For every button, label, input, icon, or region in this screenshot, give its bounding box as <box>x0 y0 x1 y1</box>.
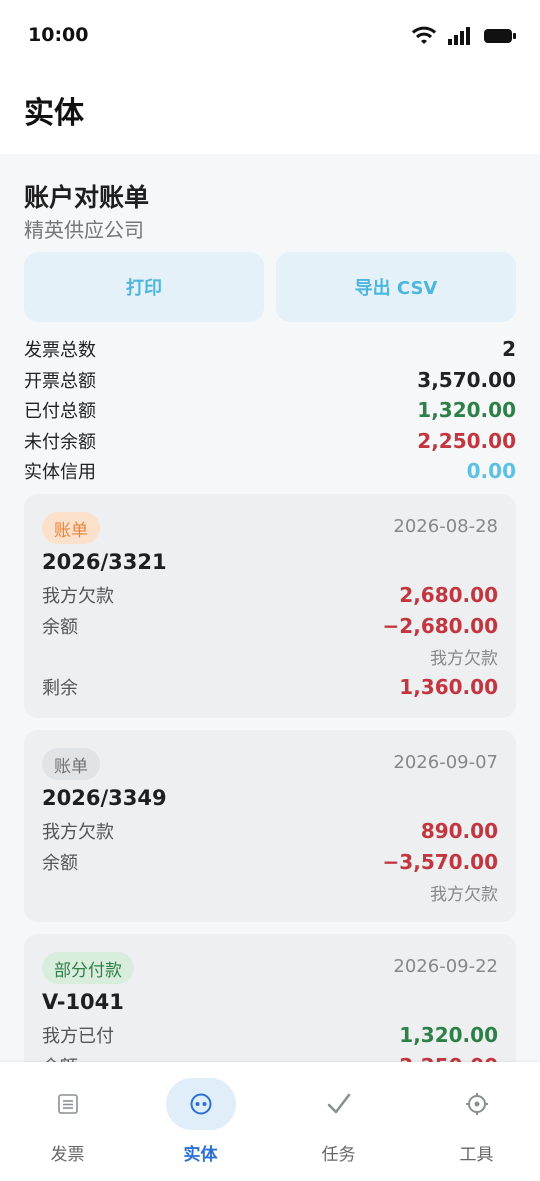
status-time: 10:00 <box>28 24 89 46</box>
row-value: −3,570.00 <box>382 849 498 874</box>
summary-label: 实体信用 <box>24 462 96 484</box>
status-icons <box>412 26 516 46</box>
card-row: 我方欠款 890.00 <box>42 816 498 847</box>
entity-name: 精英供应公司 <box>24 218 144 242</box>
card-row: 余额 −2,680.00 <box>42 611 498 642</box>
content-scroll[interactable]: 账户对账单 精英供应公司 打印 导出 CSV 发票总数 2 开票总额 3,570… <box>0 154 540 1062</box>
nav-item-tools[interactable]: 工具 <box>409 1078 540 1168</box>
balance-note: 我方欠款 <box>430 884 498 905</box>
list-icon <box>33 1078 103 1130</box>
nav-item-entities[interactable]: 实体 <box>133 1078 268 1168</box>
invoice-number: V-1041 <box>42 990 124 1014</box>
row-value: 890.00 <box>420 819 498 844</box>
battery-icon <box>484 29 516 43</box>
summary-row: 发票总数 2 <box>24 334 516 365</box>
transaction-card[interactable]: 部分付款 2026-09-22 V-1041 我方已付 1,320.00 余额 … <box>24 934 516 1062</box>
signal-icon <box>448 27 470 45</box>
card-date: 2026-08-28 <box>393 516 498 537</box>
status-badge: 账单 <box>42 748 100 780</box>
summary-label: 未付余额 <box>24 431 96 453</box>
card-row: 我方欠款 2,680.00 <box>42 580 498 611</box>
row-label: 余额 <box>42 616 78 638</box>
summary-label: 已付总额 <box>24 401 96 423</box>
app-bar: 实体 <box>0 72 540 154</box>
card-row: 剩余 1,360.00 <box>42 672 498 703</box>
statement-title: 账户对账单 <box>24 183 150 212</box>
card-row: 我方已付 1,320.00 <box>42 1020 498 1051</box>
row-label: 我方已付 <box>42 1026 114 1048</box>
nav-item-invoices[interactable]: 发票 <box>0 1078 135 1168</box>
summary-row: 未付余额 2,250.00 <box>24 426 516 457</box>
invoice-number: 2026/3321 <box>42 550 167 574</box>
balance-note: 我方欠款 <box>430 648 498 669</box>
row-label: 余额 <box>42 852 78 874</box>
nav-label: 工具 <box>459 1145 494 1165</box>
invoice-number: 2026/3349 <box>42 786 167 810</box>
summary-value: 3,570.00 <box>417 367 516 392</box>
row-value: 1,360.00 <box>399 674 498 699</box>
row-label: 我方欠款 <box>42 586 114 608</box>
card-row: 余额 2,250.00 <box>42 1051 498 1062</box>
print-button[interactable]: 打印 <box>24 252 264 322</box>
wifi-icon <box>412 26 436 44</box>
summary-value: 0.00 <box>466 459 516 484</box>
row-label: 余额 <box>42 1053 78 1062</box>
bottom-nav: 发票 实体 任务 工具 <box>0 1062 540 1181</box>
row-value: −2,680.00 <box>382 613 498 638</box>
summary-value: 2,250.00 <box>417 428 516 453</box>
summary-row: 已付总额 1,320.00 <box>24 395 516 426</box>
summary-label: 发票总数 <box>24 340 96 362</box>
summary-value: 1,320.00 <box>417 398 516 423</box>
gear-icon <box>442 1078 512 1130</box>
summary-row: 实体信用 0.00 <box>24 456 516 487</box>
card-date: 2026-09-07 <box>393 752 498 773</box>
transaction-card[interactable]: 账单 2026-08-28 2026/3321 我方欠款 2,680.00 余额… <box>24 494 516 718</box>
summary-row: 开票总额 3,570.00 <box>24 365 516 396</box>
entity-icon <box>165 1078 236 1130</box>
page-title: 实体 <box>24 96 84 131</box>
row-label: 我方欠款 <box>42 822 114 844</box>
status-bar: 10:00 <box>0 0 540 72</box>
check-icon <box>304 1078 374 1130</box>
summary-list: 发票总数 2 开票总额 3,570.00 已付总额 1,320.00 未付余额 … <box>24 334 516 487</box>
nav-label: 实体 <box>183 1145 218 1165</box>
transaction-card[interactable]: 账单 2026-09-07 2026/3349 我方欠款 890.00 余额 −… <box>24 730 516 922</box>
card-row: 余额 −3,570.00 <box>42 847 498 878</box>
row-label: 剩余 <box>42 677 78 699</box>
card-date: 2026-09-22 <box>393 956 498 977</box>
row-value: 1,320.00 <box>399 1023 498 1048</box>
nav-label: 任务 <box>321 1145 356 1165</box>
export-csv-button[interactable]: 导出 CSV <box>276 252 516 322</box>
row-value: 2,680.00 <box>399 583 498 608</box>
status-badge: 账单 <box>42 512 100 544</box>
summary-label: 开票总额 <box>24 370 96 392</box>
status-badge: 部分付款 <box>42 952 134 984</box>
summary-value: 2 <box>502 337 516 362</box>
nav-label: 发票 <box>50 1145 85 1165</box>
nav-item-tasks[interactable]: 任务 <box>271 1078 406 1168</box>
row-value: 2,250.00 <box>399 1054 498 1062</box>
